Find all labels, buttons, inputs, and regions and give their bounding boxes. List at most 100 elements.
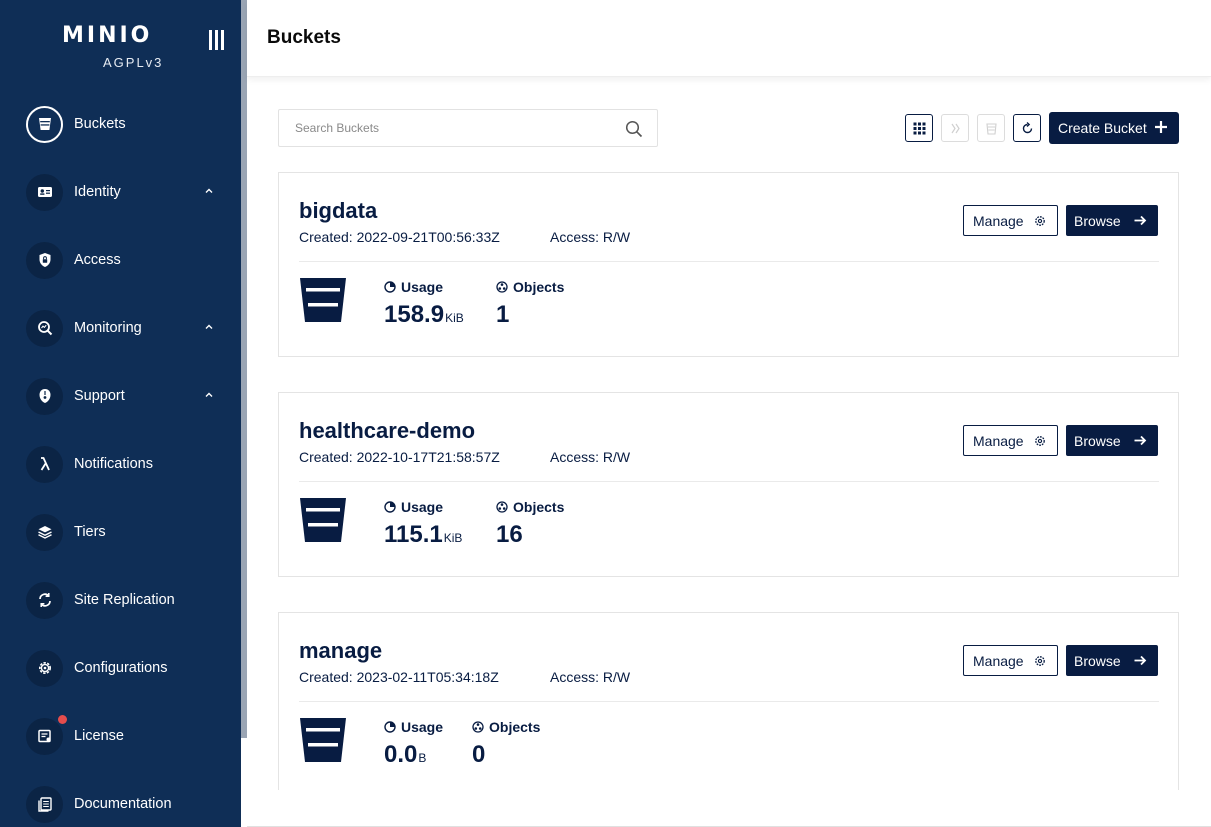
sidebar-item-notifications[interactable]: Notifications xyxy=(0,430,241,498)
bucket-access: Access: R/W xyxy=(550,449,631,465)
sidebar-item-configurations[interactable]: Configurations xyxy=(0,634,241,702)
set-lifecycle-button[interactable] xyxy=(941,114,969,142)
manage-button[interactable]: Manage xyxy=(963,645,1058,676)
bucket-icon xyxy=(26,105,63,143)
card-divider xyxy=(299,261,1159,262)
grid-view-button[interactable] xyxy=(905,114,933,142)
sidebar-item-label: Identity xyxy=(74,184,121,200)
gear-icon xyxy=(1035,436,1045,446)
gear-icon xyxy=(26,649,63,687)
pie-chart-icon xyxy=(384,721,396,733)
bucket-icon xyxy=(300,278,346,322)
bucket-name[interactable]: bigdata xyxy=(299,198,377,224)
sidebar-item-label: Monitoring xyxy=(74,320,142,336)
usage-label: Usage xyxy=(401,279,444,295)
delete-selected-button[interactable] xyxy=(977,114,1005,142)
manage-label: Manage xyxy=(973,432,1024,449)
license-icon xyxy=(26,714,67,755)
sidebar-collapse-button[interactable] xyxy=(209,30,227,52)
minio-logo: MINIO AGPLv3 xyxy=(62,24,172,74)
license-label: AGPLv3 xyxy=(103,55,164,70)
sidebar-nav: Buckets Identity Access Monitoring Suppo… xyxy=(0,90,241,827)
sidebar-item-label: Documentation xyxy=(74,796,172,812)
usage-unit: KiB xyxy=(445,311,464,325)
browse-label: Browse xyxy=(1074,212,1121,229)
manage-label: Manage xyxy=(973,212,1024,229)
lambda-icon xyxy=(26,445,63,483)
grid-icon xyxy=(913,122,925,134)
sidebar-item-label: Configurations xyxy=(74,660,168,676)
bucket-access: Access: R/W xyxy=(550,229,631,245)
sidebar-item-tiers[interactable]: Tiers xyxy=(0,498,241,566)
sidebar-item-access[interactable]: Access xyxy=(0,226,241,294)
notification-badge xyxy=(58,714,67,724)
bucket-name[interactable]: healthcare-demo xyxy=(299,418,475,444)
card-divider xyxy=(299,481,1159,482)
sidebar-item-monitoring[interactable]: Monitoring xyxy=(0,294,241,362)
bucket-card: manage Created: 2023-02-11T05:34:18Z Acc… xyxy=(278,612,1179,790)
bucket-list: bigdata Created: 2022-09-21T00:56:33Z Ac… xyxy=(278,172,1179,790)
sidebar: MINIO AGPLv3 Buckets Identity Access Mon… xyxy=(0,0,241,827)
search-input[interactable] xyxy=(279,110,609,146)
browse-label: Browse xyxy=(1074,432,1121,449)
usage-label: Usage xyxy=(401,499,444,515)
sidebar-item-identity[interactable]: Identity xyxy=(0,158,241,226)
browse-label: Browse xyxy=(1074,652,1121,669)
support-icon xyxy=(26,377,63,415)
sidebar-item-label: Site Replication xyxy=(74,592,175,608)
sidebar-item-documentation[interactable]: Documentation xyxy=(0,770,241,827)
bucket-icon xyxy=(300,498,346,542)
sidebar-item-support[interactable]: Support xyxy=(0,362,241,430)
usage-stat: Usage 158.9KiB xyxy=(384,279,464,329)
usage-value: 0.0 xyxy=(384,741,418,768)
browse-button[interactable]: Browse xyxy=(1066,205,1158,236)
gear-icon xyxy=(1035,216,1045,226)
objects-stat: Objects 16 xyxy=(496,499,564,549)
sidebar-item-label: Support xyxy=(74,388,125,404)
sidebar-item-site-replication[interactable]: Site Replication xyxy=(0,566,241,634)
bucket-card: healthcare-demo Created: 2022-10-17T21:5… xyxy=(278,392,1179,577)
sidebar-scrollbar[interactable] xyxy=(241,0,247,738)
identity-card-icon xyxy=(26,173,63,211)
lock-shield-icon xyxy=(26,241,63,279)
bucket-created: Created: 2022-10-17T21:58:57Z xyxy=(299,449,500,465)
pie-chart-icon xyxy=(384,501,396,513)
refresh-button[interactable] xyxy=(1013,114,1041,142)
bucket-card: bigdata Created: 2022-09-21T00:56:33Z Ac… xyxy=(278,172,1179,357)
chevron-up-icon xyxy=(205,188,213,193)
magnifier-chart-icon xyxy=(26,309,63,347)
documentation-icon xyxy=(26,785,63,823)
chevron-up-icon xyxy=(205,392,213,397)
browse-button[interactable]: Browse xyxy=(1066,645,1158,676)
bucket-name[interactable]: manage xyxy=(299,638,382,664)
objects-stat: Objects 0 xyxy=(472,719,540,769)
objects-icon xyxy=(496,501,508,513)
bucket-access: Access: R/W xyxy=(550,669,631,685)
objects-icon xyxy=(496,281,508,293)
create-bucket-label: Create Bucket xyxy=(1058,120,1147,136)
chevron-up-icon xyxy=(205,324,213,329)
minio-console: MINIO AGPLv3 Buckets Identity Access Mon… xyxy=(0,0,1211,827)
usage-unit: B xyxy=(418,751,427,765)
manage-button[interactable]: Manage xyxy=(963,205,1058,236)
sidebar-item-label: License xyxy=(74,728,124,744)
page-header: Buckets xyxy=(247,0,1211,77)
plus-icon xyxy=(1155,121,1167,133)
usage-unit: KiB xyxy=(443,531,463,545)
browse-button[interactable]: Browse xyxy=(1066,425,1158,456)
sidebar-item-buckets[interactable]: Buckets xyxy=(0,90,241,158)
objects-stat: Objects 1 xyxy=(496,279,564,329)
page-title: Buckets xyxy=(267,27,341,48)
arrow-right-icon xyxy=(1134,655,1147,666)
search-icon[interactable] xyxy=(625,120,643,138)
create-bucket-button[interactable]: Create Bucket xyxy=(1049,112,1179,144)
objects-icon xyxy=(472,721,484,733)
arrow-right-icon xyxy=(1134,435,1147,446)
sidebar-item-license[interactable]: License xyxy=(0,702,241,770)
logo-wordmark: MINIO xyxy=(62,23,153,48)
manage-button[interactable]: Manage xyxy=(963,425,1058,456)
objects-label: Objects xyxy=(513,499,565,515)
manage-label: Manage xyxy=(973,652,1024,669)
objects-value: 16 xyxy=(496,521,523,548)
usage-stat: Usage 0.0B xyxy=(384,719,443,769)
